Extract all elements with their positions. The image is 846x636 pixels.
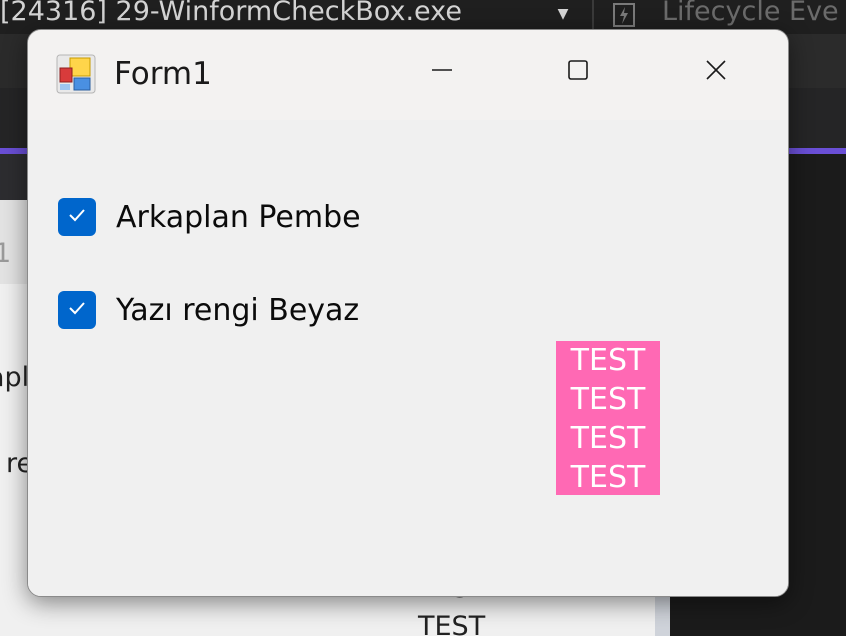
checkmark-icon [67, 207, 87, 227]
lifecycle-events-button[interactable]: Lifecycle Eve [662, 0, 839, 27]
checkbox-label[interactable]: Arkaplan Pembe [116, 200, 361, 235]
background-test-line: TEST [418, 611, 486, 636]
title-bar[interactable]: Form1 [28, 30, 788, 120]
process-selector[interactable]: [24316] 29-WinformCheckBox.exe [0, 0, 462, 30]
test-label: TEST TEST TEST TEST [556, 341, 660, 495]
window-title: Form1 [114, 56, 212, 92]
maximize-icon [567, 59, 589, 85]
toolbar-separator [592, 0, 594, 30]
test-line: TEST [570, 421, 646, 456]
close-button[interactable] [688, 50, 744, 94]
checkbox-box[interactable] [58, 198, 96, 236]
minimize-icon [431, 59, 453, 85]
lifecycle-events-icon[interactable] [604, 0, 644, 30]
checkbox-yazi-rengi-beyaz[interactable]: Yazı rengi Beyaz [58, 291, 359, 329]
checkbox-arkaplan-pembe[interactable]: Arkaplan Pembe [58, 198, 361, 236]
test-line: TEST [570, 343, 646, 378]
checkbox-label[interactable]: Yazı rengi Beyaz [116, 293, 359, 328]
background-text-fragment: 1 [0, 238, 12, 269]
background-text-fragment: apl [0, 362, 30, 393]
test-line: TEST [570, 382, 646, 417]
app-icon[interactable] [56, 54, 96, 94]
test-line: TEST [570, 460, 646, 495]
form-client-area: Arkaplan Pembe Yazı rengi Beyaz TEST TES… [28, 120, 788, 596]
maximize-button[interactable] [550, 50, 606, 94]
form1-window: Form1 Arkaplan Pembe Yazı rengi Beyaz TE… [27, 29, 789, 597]
checkmark-icon [67, 300, 87, 320]
close-icon [705, 59, 727, 85]
checkbox-box[interactable] [58, 291, 96, 329]
chevron-down-icon[interactable]: ▼ [548, 2, 578, 26]
minimize-button[interactable] [414, 50, 470, 94]
